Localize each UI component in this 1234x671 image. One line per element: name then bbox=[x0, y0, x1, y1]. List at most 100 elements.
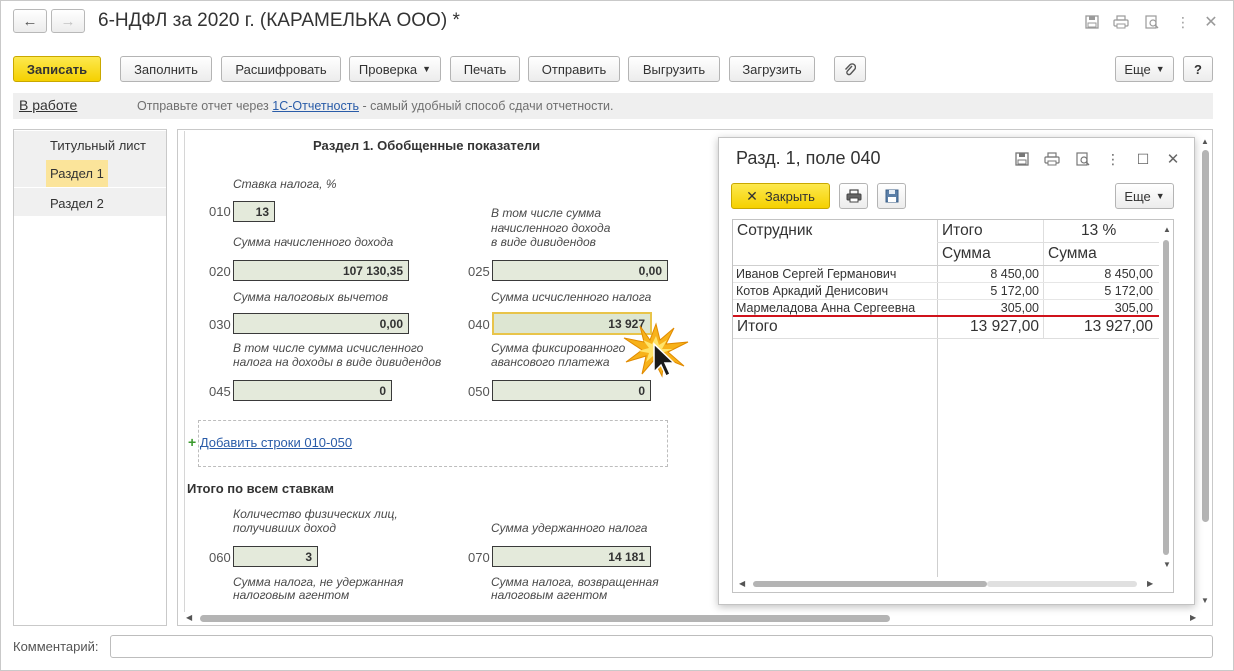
popup-maximize-icon[interactable]: ☐ bbox=[1134, 150, 1152, 168]
footer-total-label: Итого bbox=[737, 318, 778, 335]
col-header-sum-total: Сумма bbox=[942, 245, 991, 262]
back-button[interactable]: ← bbox=[13, 9, 47, 33]
div-tax-label-2: налога на доходы в виде дивидендов bbox=[233, 355, 442, 369]
calc-tax-label: Сумма исчисленного налога bbox=[491, 290, 652, 304]
field-030-code: 030 bbox=[209, 317, 231, 332]
section1-title: Раздел 1. Обобщенные показатели bbox=[313, 138, 541, 153]
decode-button[interactable]: Расшифровать bbox=[221, 56, 341, 82]
print-icon bbox=[846, 189, 861, 203]
send-button[interactable]: Отправить bbox=[528, 56, 620, 82]
add-rows-control[interactable]: + Добавить строки 010-050 bbox=[188, 434, 352, 450]
grid-vertical-scrollbar[interactable] bbox=[1163, 240, 1169, 555]
scroll-down-arrow[interactable]: ▼ bbox=[1201, 596, 1209, 605]
returned-label-2: налоговым агентом bbox=[491, 588, 608, 602]
attach-button[interactable] bbox=[834, 56, 866, 82]
row-2-total[interactable]: 5 172,00 bbox=[941, 284, 1039, 298]
popup-close-button[interactable]: ✕ Закрыть bbox=[731, 183, 830, 209]
more-vertical-icon[interactable]: ⋮ bbox=[1174, 13, 1192, 31]
returned-label-1: Сумма налога, возвращенная bbox=[491, 575, 659, 589]
dividends-label-3: в виде дивидендов bbox=[491, 235, 596, 249]
grid-scroll-up[interactable]: ▲ bbox=[1163, 225, 1171, 234]
help-button[interactable]: ? bbox=[1183, 56, 1213, 82]
check-dropdown-button[interactable]: Проверка ▼ bbox=[349, 56, 441, 82]
deductions-label: Сумма налоговых вычетов bbox=[233, 290, 389, 304]
field-040-code: 040 bbox=[468, 317, 490, 332]
status-state-link[interactable]: В работе bbox=[19, 97, 77, 113]
field-050-input[interactable]: 0 bbox=[492, 380, 651, 401]
field-020-input[interactable]: 107 130,35 bbox=[233, 260, 409, 281]
row-1-total[interactable]: 8 450,00 bbox=[941, 267, 1039, 281]
scroll-left-arrow[interactable]: ◀ bbox=[186, 613, 192, 622]
field-025-code: 025 bbox=[468, 264, 490, 279]
grid-scroll-left[interactable]: ◀ bbox=[739, 579, 745, 588]
popup-save-button[interactable] bbox=[877, 183, 906, 209]
save-icon[interactable] bbox=[1083, 13, 1101, 31]
check-button-label: Проверка bbox=[358, 61, 418, 77]
totals-title: Итого по всем ставкам bbox=[187, 481, 335, 496]
field-010-input[interactable]: 13 bbox=[233, 201, 275, 222]
add-rows-link[interactable]: Добавить строки 010-050 bbox=[200, 435, 352, 450]
comment-input[interactable] bbox=[110, 635, 1213, 658]
vertical-scrollbar[interactable] bbox=[1202, 150, 1209, 522]
field-060-input[interactable]: 3 bbox=[233, 546, 318, 567]
save-button[interactable]: Записать bbox=[13, 56, 101, 82]
popup-print-icon[interactable] bbox=[1043, 150, 1061, 168]
col-header-rate: 13 % bbox=[1081, 222, 1117, 239]
grid-scroll-down[interactable]: ▼ bbox=[1163, 560, 1171, 569]
popup-more-vertical-icon[interactable]: ⋮ bbox=[1104, 150, 1122, 168]
window-title: 6-НДФЛ за 2020 г. (КАРАМЕЛЬКА ООО) * bbox=[98, 10, 460, 31]
field-045-input[interactable]: 0 bbox=[233, 380, 392, 401]
popup-title: Разд. 1, поле 040 bbox=[736, 148, 881, 168]
forward-button[interactable]: → bbox=[51, 9, 85, 33]
popup-close-icon[interactable]: ✕ bbox=[1164, 150, 1182, 168]
status-message: Отправьте отчет через 1С-Отчетность - са… bbox=[137, 99, 614, 113]
popup-save-icon[interactable] bbox=[1013, 150, 1031, 168]
persons-label-2: получивших доход bbox=[233, 521, 336, 535]
field-070-input[interactable]: 14 181 bbox=[492, 546, 651, 567]
col-header-total: Итого bbox=[942, 222, 983, 239]
print-icon[interactable] bbox=[1112, 13, 1130, 31]
print-button[interactable]: Печать bbox=[450, 56, 520, 82]
field-025-input[interactable]: 0,00 bbox=[492, 260, 668, 281]
popup-more-button[interactable]: Еще ▼ bbox=[1115, 183, 1174, 209]
close-icon[interactable]: ✕ bbox=[1202, 13, 1220, 31]
horizontal-scrollbar[interactable] bbox=[200, 615, 890, 622]
field-020-code: 020 bbox=[209, 264, 231, 279]
reporting-link[interactable]: 1С-Отчетность bbox=[272, 99, 359, 113]
grid-horizontal-track bbox=[987, 581, 1137, 587]
row-2-rate[interactable]: 5 172,00 bbox=[1047, 284, 1153, 298]
caret-down-icon: ▼ bbox=[1155, 191, 1165, 201]
grid-horizontal-scrollbar[interactable] bbox=[753, 581, 987, 587]
export-button[interactable]: Выгрузить bbox=[628, 56, 720, 82]
grid-scroll-right[interactable]: ▶ bbox=[1147, 579, 1153, 588]
import-button[interactable]: Загрузить bbox=[729, 56, 815, 82]
row-1-rate[interactable]: 8 450,00 bbox=[1047, 267, 1153, 281]
field-030-input[interactable]: 0,00 bbox=[233, 313, 409, 334]
popup-preview-icon[interactable] bbox=[1074, 150, 1092, 168]
persons-label-1: Количество физических лиц, bbox=[233, 507, 398, 521]
field-050-code: 050 bbox=[468, 384, 490, 399]
caret-down-icon: ▼ bbox=[1155, 64, 1165, 74]
sidebar-item-title-page[interactable]: Титульный лист bbox=[50, 138, 146, 153]
row-3-total[interactable]: 305,00 bbox=[941, 301, 1039, 315]
fixed-payment-label-1: Сумма фиксированного bbox=[491, 341, 626, 355]
fill-button[interactable]: Заполнить bbox=[120, 56, 212, 82]
field-060-code: 060 bbox=[209, 550, 231, 565]
preview-icon[interactable] bbox=[1143, 13, 1161, 31]
scroll-up-arrow[interactable]: ▲ bbox=[1201, 137, 1209, 146]
sidebar-item-section1[interactable]: Раздел 1 bbox=[46, 160, 108, 187]
more-button[interactable]: Еще ▼ bbox=[1115, 56, 1174, 82]
row-2-name[interactable]: Котов Аркадий Денисович bbox=[736, 284, 888, 298]
row-3-name[interactable]: Мармеладова Анна Сергеевна bbox=[736, 301, 915, 315]
caret-down-icon: ▼ bbox=[422, 64, 432, 74]
popup-print-button[interactable] bbox=[839, 183, 868, 209]
sidebar-item-section2[interactable]: Раздел 2 bbox=[50, 196, 104, 211]
scroll-right-arrow[interactable]: ▶ bbox=[1190, 613, 1196, 622]
div-tax-label-1: В том числе сумма исчисленного bbox=[233, 341, 424, 355]
row-1-name[interactable]: Иванов Сергей Германович bbox=[736, 267, 896, 281]
footer-total-value: 13 927,00 bbox=[970, 318, 1039, 335]
row-3-rate[interactable]: 305,00 bbox=[1047, 301, 1153, 315]
plus-icon: + bbox=[188, 434, 197, 450]
col-header-employee: Сотрудник bbox=[737, 222, 813, 239]
paperclip-icon bbox=[844, 62, 856, 75]
